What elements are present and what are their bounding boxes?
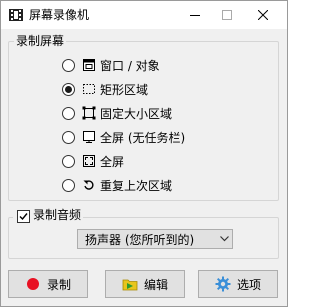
repeat-arrow-icon — [83, 180, 94, 190]
fullscreen-corners-icon — [83, 155, 95, 167]
record-screen-legend: 录制屏幕 — [14, 34, 67, 48]
audio-source-value: 扬声器 (您所听到的) — [85, 232, 195, 247]
radio-option-rectangle-region[interactable]: 矩形区域 — [62, 81, 148, 97]
record-button-label: 录制 — [46, 277, 71, 292]
radio-option-repeat-last-region[interactable]: 重复上次区域 — [62, 177, 172, 193]
radio-button[interactable] — [62, 106, 75, 120]
radio-button[interactable] — [62, 178, 75, 192]
record-button[interactable]: 录制 — [8, 270, 88, 298]
options-button[interactable]: 选项 — [198, 270, 278, 298]
edit-button[interactable]: 编辑 — [105, 270, 185, 298]
red-record-dot-icon — [26, 278, 39, 290]
film-reel-icon — [9, 9, 23, 21]
radio-option-fullscreen[interactable]: 全屏 — [62, 153, 124, 169]
close-icon — [258, 10, 268, 20]
main-window: 屏幕录像机 录制屏幕 窗口 / 对象 矩形区域 固定大小区域 全屏 (无任务栏)… — [0, 0, 288, 307]
maximize-icon — [222, 10, 232, 20]
radio-button[interactable] — [62, 58, 75, 72]
options-button-label: 选项 — [236, 277, 261, 292]
radio-button[interactable] — [62, 154, 75, 168]
option-label: 全屏 — [100, 154, 125, 169]
radio-button-selected[interactable] — [62, 82, 75, 96]
option-label: 重复上次区域 — [100, 178, 173, 193]
dashed-rectangle-icon — [83, 84, 95, 94]
edit-button-label: 编辑 — [143, 277, 168, 292]
option-label: 矩形区域 — [100, 82, 149, 97]
record-audio-checkbox[interactable] — [17, 210, 30, 223]
gear-icon — [215, 276, 231, 292]
minimize-button[interactable] — [179, 1, 211, 29]
chevron-down-icon — [216, 236, 232, 242]
checkmark-icon — [19, 213, 28, 221]
title-bar: 屏幕录像机 — [1, 1, 287, 29]
audio-source-select[interactable]: 扬声器 (您所听到的) — [77, 229, 233, 249]
minimize-icon — [190, 15, 200, 16]
window-title: 屏幕录像机 — [29, 8, 90, 22]
option-label: 固定大小区域 — [100, 106, 173, 121]
window-icon — [83, 59, 95, 71]
radio-option-fullscreen-no-taskbar[interactable]: 全屏 (无任务栏) — [62, 129, 185, 145]
folder-play-icon — [122, 279, 138, 291]
option-label: 窗口 / 对象 — [100, 58, 160, 73]
option-label: 全屏 (无任务栏) — [100, 130, 186, 145]
radio-button[interactable] — [62, 130, 75, 144]
radio-option-fixed-size-region[interactable]: 固定大小区域 — [62, 105, 172, 121]
close-button[interactable] — [247, 1, 279, 29]
record-audio-label: 录制音频 — [33, 208, 82, 222]
monitor-icon — [83, 131, 95, 143]
maximize-button[interactable] — [211, 1, 243, 29]
radio-option-window-object[interactable]: 窗口 / 对象 — [62, 57, 160, 73]
fixed-frame-icon — [82, 106, 96, 120]
